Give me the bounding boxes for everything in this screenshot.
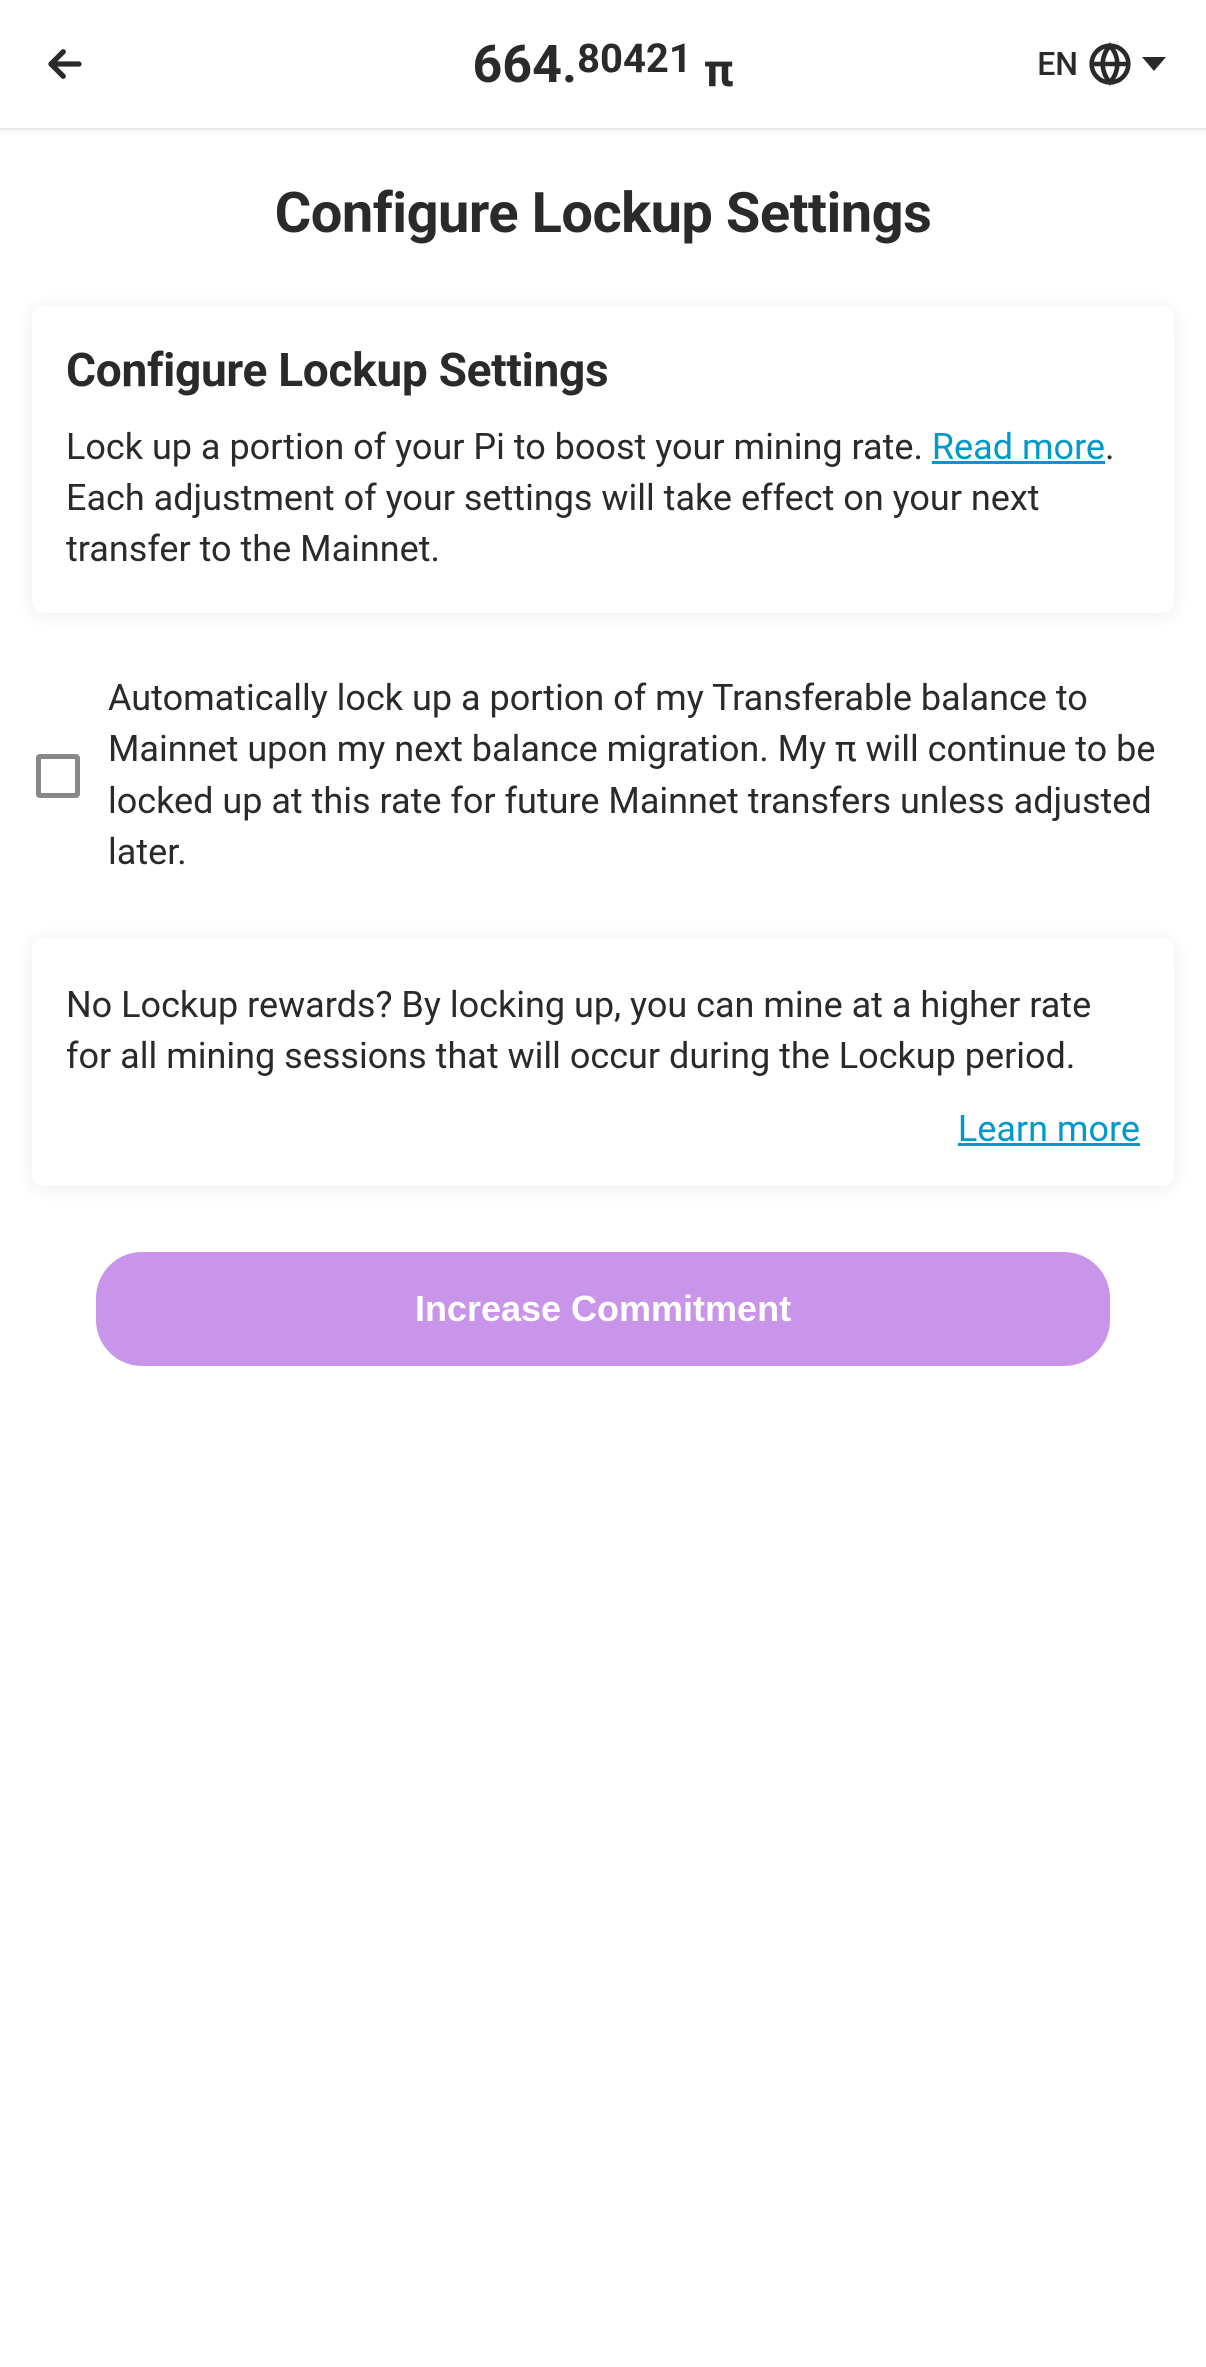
chevron-down-icon	[1142, 57, 1166, 71]
language-label: EN	[1037, 45, 1078, 83]
back-button[interactable]	[40, 39, 90, 89]
auto-lockup-label: Automatically lock up a portion of my Tr…	[108, 673, 1170, 877]
intro-card-title: Configure Lockup Settings	[66, 344, 1140, 398]
page-title: Configure Lockup Settings	[32, 180, 1174, 246]
main-content: Configure Lockup Settings Configure Lock…	[0, 130, 1206, 1406]
button-wrapper: Increase Commitment	[32, 1252, 1174, 1366]
language-selector[interactable]: EN	[1037, 42, 1166, 86]
auto-lockup-checkbox-row: Automatically lock up a portion of my Tr…	[32, 653, 1174, 897]
learn-more-link[interactable]: Learn more	[958, 1108, 1140, 1150]
balance-decimal: 80421	[577, 35, 692, 82]
balance-display: 664.80421 π	[472, 34, 733, 95]
balance-currency-symbol: π	[704, 44, 734, 98]
globe-icon	[1088, 42, 1132, 86]
intro-card: Configure Lockup Settings Lock up a port…	[32, 306, 1174, 613]
learn-more-wrapper: Learn more	[66, 1108, 1140, 1150]
intro-card-text: Lock up a portion of your Pi to boost yo…	[66, 422, 1140, 575]
app-header: 664.80421 π EN	[0, 0, 1206, 130]
read-more-link[interactable]: Read more	[932, 426, 1105, 468]
intro-text-before: Lock up a portion of your Pi to boost yo…	[66, 426, 932, 468]
increase-commitment-button[interactable]: Increase Commitment	[96, 1252, 1110, 1366]
rewards-info-text: No Lockup rewards? By locking up, you ca…	[66, 980, 1140, 1082]
arrow-left-icon	[44, 43, 86, 85]
balance-integer: 664.	[472, 34, 577, 95]
rewards-info-card: No Lockup rewards? By locking up, you ca…	[32, 938, 1174, 1186]
auto-lockup-checkbox[interactable]	[36, 754, 80, 798]
